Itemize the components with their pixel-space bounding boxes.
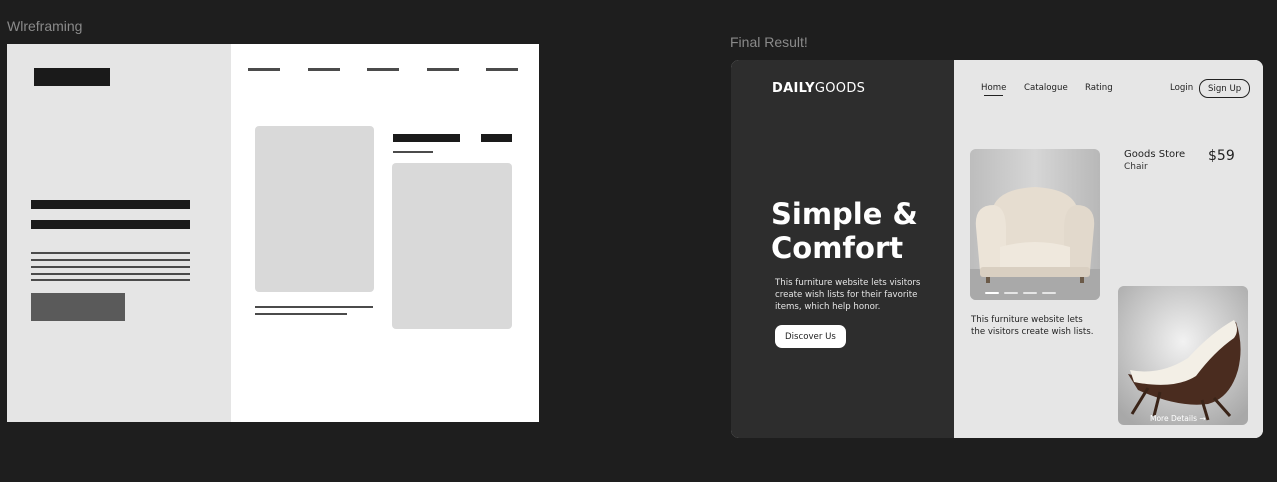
wf-title-bar-2: [31, 220, 190, 229]
carousel-dot[interactable]: [1004, 292, 1018, 294]
wf-text-line: [31, 266, 190, 268]
site-logo[interactable]: DAILYGOODS: [772, 81, 865, 96]
product-price: $59: [1208, 148, 1235, 164]
armchair-image-svg: [970, 149, 1100, 300]
wf-text-line: [31, 279, 190, 281]
more-details-link[interactable]: More Details →: [1150, 414, 1206, 423]
wf-nav-line: [427, 68, 459, 71]
wf-nav-line: [367, 68, 399, 71]
card-description: This furniture website lets the visitors…: [971, 315, 1094, 337]
wf-heading-bar: [393, 134, 460, 142]
nav-home[interactable]: Home: [981, 83, 1006, 96]
wf-nav-line: [486, 68, 518, 71]
lounge-chair-image-svg: [1118, 286, 1248, 425]
armchair-image[interactable]: [970, 149, 1100, 300]
wf-image-placeholder-1: [255, 126, 374, 292]
nav-rating[interactable]: Rating: [1085, 83, 1113, 93]
wf-title-bar-1: [31, 200, 190, 209]
final-result-label: Final Result!: [730, 34, 808, 50]
wf-caption-line: [255, 313, 347, 315]
wf-button-block: [31, 293, 125, 321]
wf-image-placeholder-2: [392, 163, 512, 329]
wf-nav-line: [248, 68, 280, 71]
product-panel: Home Catalogue Rating Login Sign Up Good…: [954, 60, 1263, 438]
carousel-dot[interactable]: [1023, 292, 1037, 294]
sign-up-button[interactable]: Sign Up: [1199, 79, 1251, 98]
product-subtitle: Chair: [1124, 162, 1148, 172]
wf-text-line: [31, 273, 190, 275]
wf-text-line: [31, 259, 190, 261]
nav-catalogue[interactable]: Catalogue: [1024, 83, 1068, 93]
logo-thin: GOODS: [814, 81, 866, 96]
hero-title: Simple & Comfort: [771, 197, 918, 265]
wf-nav-line: [308, 68, 340, 71]
hero-title-line-1: Simple &: [771, 197, 918, 231]
discover-us-button[interactable]: Discover Us: [775, 325, 846, 348]
hero-title-line-2: Comfort: [771, 231, 904, 265]
wf-sub-line: [393, 151, 433, 153]
wf-caption-line: [255, 306, 373, 308]
wireframe-left-panel: [7, 44, 231, 422]
logo-bold: DAILY: [772, 81, 815, 96]
wf-price-bar: [481, 134, 512, 142]
product-name: Goods Store: [1124, 149, 1186, 160]
hero-description: This furniture website lets visitors cre…: [775, 278, 921, 312]
carousel-dot[interactable]: [1042, 292, 1056, 294]
wireframe-frame: [7, 44, 539, 422]
hero-panel: DAILYGOODS Simple & Comfort This furnitu…: [731, 60, 954, 438]
wireframe-label: Wlreframing: [7, 18, 83, 34]
wf-logo-block: [34, 68, 110, 86]
wireframe-right-panel: [231, 44, 539, 422]
carousel-indicators[interactable]: [985, 292, 1056, 294]
carousel-dot[interactable]: [985, 292, 999, 294]
lounge-chair-image[interactable]: More Details →: [1118, 286, 1248, 425]
login-link[interactable]: Login: [1170, 83, 1193, 93]
final-result-frame: DAILYGOODS Simple & Comfort This furnitu…: [731, 60, 1263, 438]
wf-text-line: [31, 252, 190, 254]
